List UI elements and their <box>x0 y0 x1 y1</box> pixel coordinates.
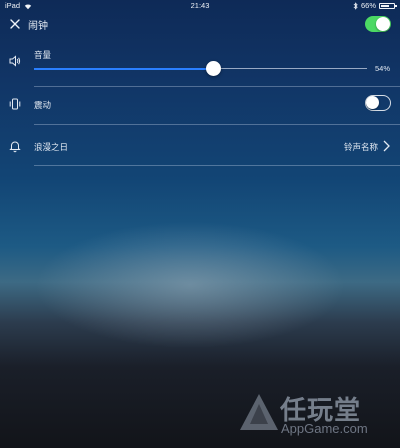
divider <box>34 86 400 87</box>
ringtone-name[interactable]: 浪漫之日 <box>34 141 68 153</box>
bell-icon <box>9 141 21 153</box>
divider <box>34 165 400 166</box>
chevron-right-icon[interactable] <box>382 140 390 152</box>
header: 闹钟 <box>0 12 400 36</box>
appgame-logo <box>240 394 278 430</box>
volume-label: 音量 <box>34 50 52 60</box>
close-icon[interactable] <box>8 17 22 31</box>
battery-icon <box>379 3 397 9</box>
volume-slider-thumb[interactable] <box>206 61 222 76</box>
vibration-label: 震动 <box>34 100 52 110</box>
ringtone-picker-label[interactable]: 铃声名称 <box>344 141 378 153</box>
status-time: 21:43 <box>190 1 210 10</box>
battery-level <box>381 5 389 7</box>
volume-slider[interactable] <box>34 61 367 76</box>
page-title: 闹钟 <box>28 21 48 32</box>
bluetooth-icon <box>353 2 358 10</box>
vibrate-icon <box>9 98 21 110</box>
divider <box>34 124 400 125</box>
speaker-icon <box>9 55 21 67</box>
status-right: 66% <box>353 0 397 12</box>
volume-value: 54% <box>374 64 390 73</box>
toggle-knob <box>366 96 379 109</box>
watermark-en: AppGame.com <box>281 421 368 436</box>
toggle-knob <box>376 17 390 31</box>
alarm-toggle[interactable] <box>365 16 391 32</box>
vibration-toggle[interactable] <box>365 95 391 111</box>
status-bar: iPad 21:43 66% <box>0 0 400 12</box>
battery-percent: 66% <box>360 1 376 10</box>
volume-slider-fill <box>34 67 214 70</box>
watermark: 任玩堂 AppGame.com <box>238 390 398 446</box>
